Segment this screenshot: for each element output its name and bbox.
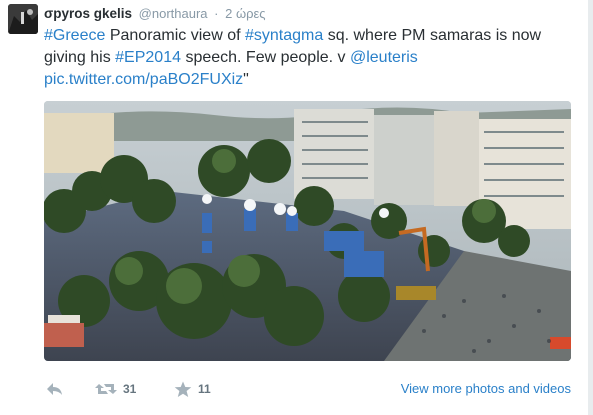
tweet-text-segment: " (243, 71, 249, 88)
tweet-photo[interactable] (44, 101, 571, 361)
reply-button[interactable] (46, 376, 64, 402)
tweet-text-segment: speech. Few people. v (181, 49, 350, 66)
tweet: σpyros gkelis @northaura · 2 ώρες #Greec… (0, 0, 593, 415)
retweet-icon (95, 384, 117, 394)
favorite-button[interactable]: 11 (174, 376, 211, 402)
tweet-text: #Greece Panoramic view of #syntagma sq. … (44, 25, 584, 91)
view-more-photos-link[interactable]: View more photos and videos (401, 376, 571, 402)
favorite-count: 11 (198, 382, 211, 396)
retweet-count: 31 (123, 382, 137, 396)
scrollbar-track[interactable] (588, 0, 593, 415)
reply-icon (47, 383, 62, 395)
tweet-timestamp[interactable]: 2 ώρες (225, 6, 265, 21)
tweet-text-segment: Panoramic view of (105, 27, 245, 44)
hashtag-link[interactable]: #Greece (44, 27, 105, 44)
mention-link[interactable]: @leuteris (350, 49, 418, 66)
retweet-button[interactable]: 31 (95, 376, 136, 402)
avatar[interactable] (8, 4, 38, 34)
media-link[interactable]: pic.twitter.com/paBO2FUXiz (44, 71, 243, 88)
tweet-actions: 31 11 View more photos and videos (44, 376, 571, 402)
syntagma-square-photo (44, 101, 571, 361)
separator-dot: · (214, 6, 219, 21)
author-name[interactable]: σpyros gkelis (44, 6, 132, 21)
hashtag-link[interactable]: #EP2014 (115, 49, 181, 66)
star-icon (174, 381, 192, 397)
hashtag-link[interactable]: #syntagma (245, 27, 323, 44)
author-handle[interactable]: @northaura (139, 6, 208, 21)
tweet-header: σpyros gkelis @northaura · 2 ώρες (44, 5, 266, 23)
